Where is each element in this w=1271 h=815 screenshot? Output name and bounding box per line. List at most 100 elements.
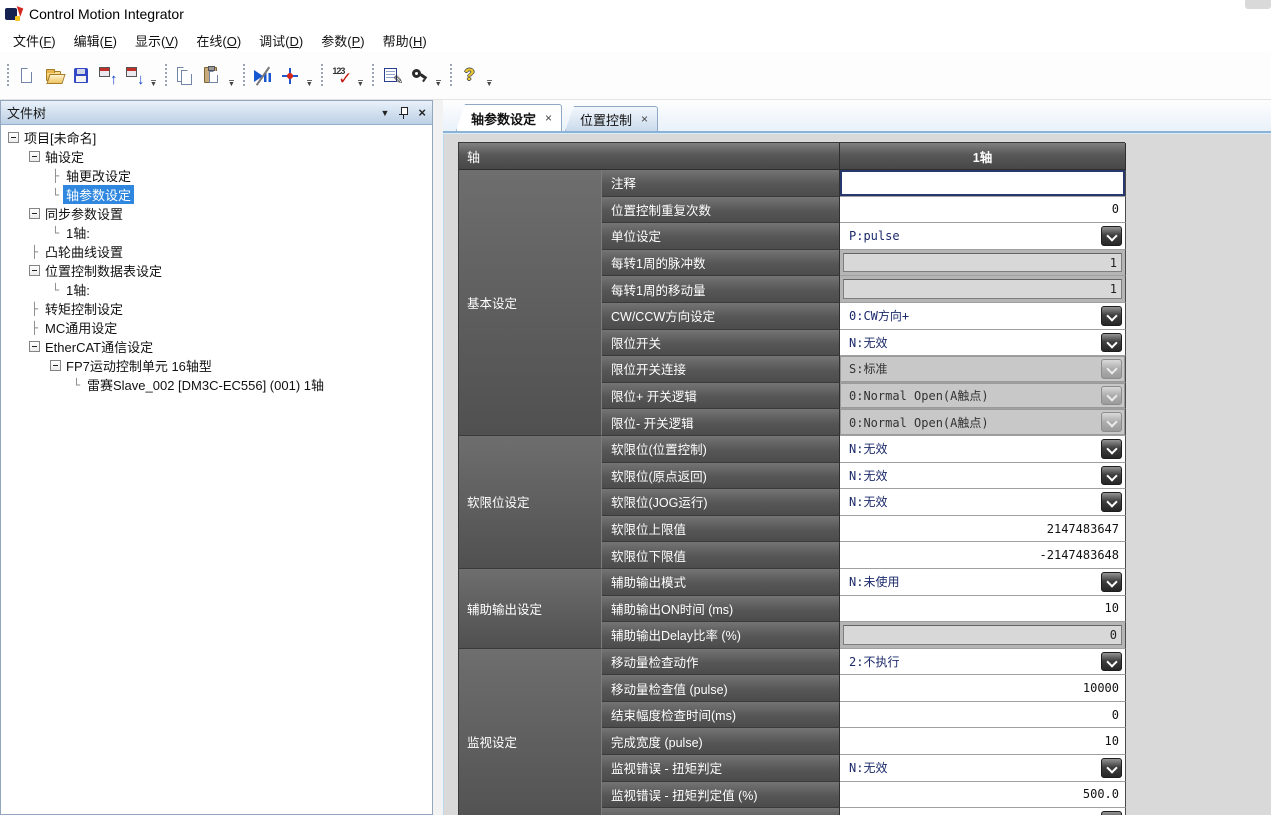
toolbar-grip[interactable]	[164, 64, 169, 88]
chevron-down-icon[interactable]	[1101, 333, 1122, 353]
value-input[interactable]: 0	[840, 702, 1126, 729]
tree-connector: └	[69, 378, 84, 392]
tree-expander-icon[interactable]	[48, 360, 63, 371]
tree-item-3[interactable]: 轴参数设定	[63, 185, 134, 204]
save-download-button[interactable]: ↓	[121, 63, 148, 89]
chevron-down-icon[interactable]	[1101, 226, 1122, 246]
chevron-down-icon[interactable]	[1101, 758, 1122, 778]
menu-e[interactable]: 编辑(E)	[65, 28, 126, 53]
value-input[interactable]: -2147483648	[840, 542, 1126, 569]
value-input[interactable]: 10	[840, 596, 1126, 623]
toolbar-grip[interactable]	[449, 64, 454, 88]
menu-p[interactable]: 参数(P)	[312, 28, 373, 53]
dropdown-disabled: 0:Normal Open(A触点)	[840, 409, 1126, 436]
toolbar-overflow-icon[interactable]: ▼	[484, 63, 495, 89]
comment-input[interactable]	[840, 170, 1126, 197]
tab-label: 位置控制	[580, 110, 632, 129]
save-icon	[71, 66, 91, 86]
toolbar-grip[interactable]	[5, 64, 10, 88]
chevron-down-icon[interactable]	[1101, 439, 1122, 459]
chevron-down-icon[interactable]	[1101, 652, 1122, 672]
toolbar-overflow-icon[interactable]: ▼	[355, 63, 366, 89]
chevron-down-icon[interactable]	[1101, 572, 1122, 592]
value-input[interactable]: 0	[840, 197, 1126, 224]
chevron-down-icon[interactable]	[1101, 492, 1122, 512]
edit-data-button[interactable]: ✎	[379, 63, 406, 89]
menu-f[interactable]: 文件(F)	[4, 28, 65, 53]
tab-content: 轴1轴基本设定注释位置控制重复次数0单位设定P:pulse每转1周的脉冲数1每转…	[443, 131, 1271, 815]
tab-1[interactable]: 位置控制 ×	[565, 106, 658, 131]
help-icon: ?	[460, 66, 480, 86]
dropdown[interactable]: 2:不执行	[840, 649, 1126, 676]
menu-d[interactable]: 调试(D)	[250, 28, 312, 53]
chevron-down-icon[interactable]	[1101, 306, 1122, 326]
tree-item-13[interactable]: 雷赛Slave_002 [DM3C-EC556] (001) 1轴	[84, 375, 327, 394]
tree-row: 位置控制数据表设定	[1, 261, 432, 280]
open-folder-button[interactable]	[40, 63, 67, 89]
tree-expander-icon[interactable]	[27, 265, 42, 276]
toolbar-grip[interactable]	[371, 64, 376, 88]
copy-button[interactable]	[172, 63, 199, 89]
param-check-button[interactable]: 123✓	[328, 63, 355, 89]
toolbar-grip[interactable]	[320, 64, 325, 88]
dropdown[interactable]: N:无效	[840, 755, 1126, 782]
dropdown[interactable]: N:无效	[840, 463, 1126, 490]
menu-v[interactable]: 显示(V)	[126, 28, 187, 53]
group-cell: 软限位设定	[459, 436, 602, 569]
tree-item-9[interactable]: 转矩控制设定	[42, 299, 126, 318]
menu-h[interactable]: 帮助(H)	[374, 28, 436, 53]
value-input[interactable]: 10000	[840, 675, 1126, 702]
value-input[interactable]: 500.0	[840, 782, 1126, 809]
tree-item-1[interactable]: 轴设定	[42, 147, 87, 166]
menu-o[interactable]: 在线(O)	[187, 28, 250, 53]
tab-0[interactable]: 轴参数设定×	[456, 104, 562, 131]
tree-row: └雷赛Slave_002 [DM3C-EC556] (001) 1轴	[1, 375, 432, 394]
tree-expander-icon[interactable]	[27, 208, 42, 219]
window-control-fragment	[1245, 0, 1271, 9]
new-file-button[interactable]	[13, 63, 40, 89]
toolbar-overflow-icon[interactable]: ▼	[304, 63, 315, 89]
toolbar-overflow-icon[interactable]: ▼	[226, 63, 237, 89]
dropdown[interactable]: N:无效	[840, 489, 1126, 516]
pin-icon[interactable]	[399, 106, 408, 120]
dropdown[interactable]: P:pulse	[840, 223, 1126, 250]
tree-item-6[interactable]: 凸轮曲线设置	[42, 242, 126, 261]
tree-item-12[interactable]: FP7运动控制单元 16轴型	[63, 356, 215, 375]
dropdown[interactable]: N:无效	[840, 436, 1126, 463]
tree-expander-icon[interactable]	[6, 132, 21, 143]
tree-item-2[interactable]: 轴更改设定	[63, 166, 134, 185]
help-button[interactable]: ?	[457, 63, 484, 89]
tab-close-icon[interactable]: ×	[545, 111, 552, 125]
tree-expander-icon[interactable]	[27, 341, 42, 352]
tree-connector: └	[48, 188, 63, 202]
tree-item-8[interactable]: 1轴:	[63, 280, 93, 299]
toolbar-overflow-icon[interactable]: ▼	[148, 63, 159, 89]
panel-menu-icon[interactable]: ▼	[380, 108, 389, 118]
tree-item-5[interactable]: 1轴:	[63, 223, 93, 242]
tool-key-button[interactable]	[406, 63, 433, 89]
dropdown[interactable]: N:无效	[840, 330, 1126, 357]
servo-monitor-button[interactable]	[277, 63, 304, 89]
tree-item-11[interactable]: EtherCAT通信设定	[42, 337, 156, 356]
tree-item-7[interactable]: 位置控制数据表设定	[42, 261, 165, 280]
chevron-down-icon[interactable]	[1101, 811, 1122, 815]
dropdown[interactable]: N:无效	[840, 808, 1126, 815]
tab-close-icon[interactable]: ×	[641, 112, 648, 126]
save-upload-button[interactable]: ↑	[94, 63, 121, 89]
tree-expander-icon[interactable]	[27, 151, 42, 162]
value-input[interactable]: 10	[840, 728, 1126, 755]
chevron-down-icon[interactable]	[1101, 466, 1122, 486]
dropdown[interactable]: 0:CW方向+	[840, 303, 1126, 330]
close-panel-icon[interactable]: ×	[418, 107, 426, 119]
dropdown[interactable]: N:未使用	[840, 569, 1126, 596]
paste-button[interactable]	[199, 63, 226, 89]
tree-item-0[interactable]: 项目[未命名]	[21, 128, 99, 147]
tree-item-10[interactable]: MC通用设定	[42, 318, 120, 337]
save-button[interactable]	[67, 63, 94, 89]
panel-splitter[interactable]	[433, 100, 443, 815]
toolbar-overflow-icon[interactable]: ▼	[433, 63, 444, 89]
value-input[interactable]: 2147483647	[840, 516, 1126, 543]
run-pause-button[interactable]	[250, 63, 277, 89]
toolbar-grip[interactable]	[242, 64, 247, 88]
tree-item-4[interactable]: 同步参数设置	[42, 204, 126, 223]
